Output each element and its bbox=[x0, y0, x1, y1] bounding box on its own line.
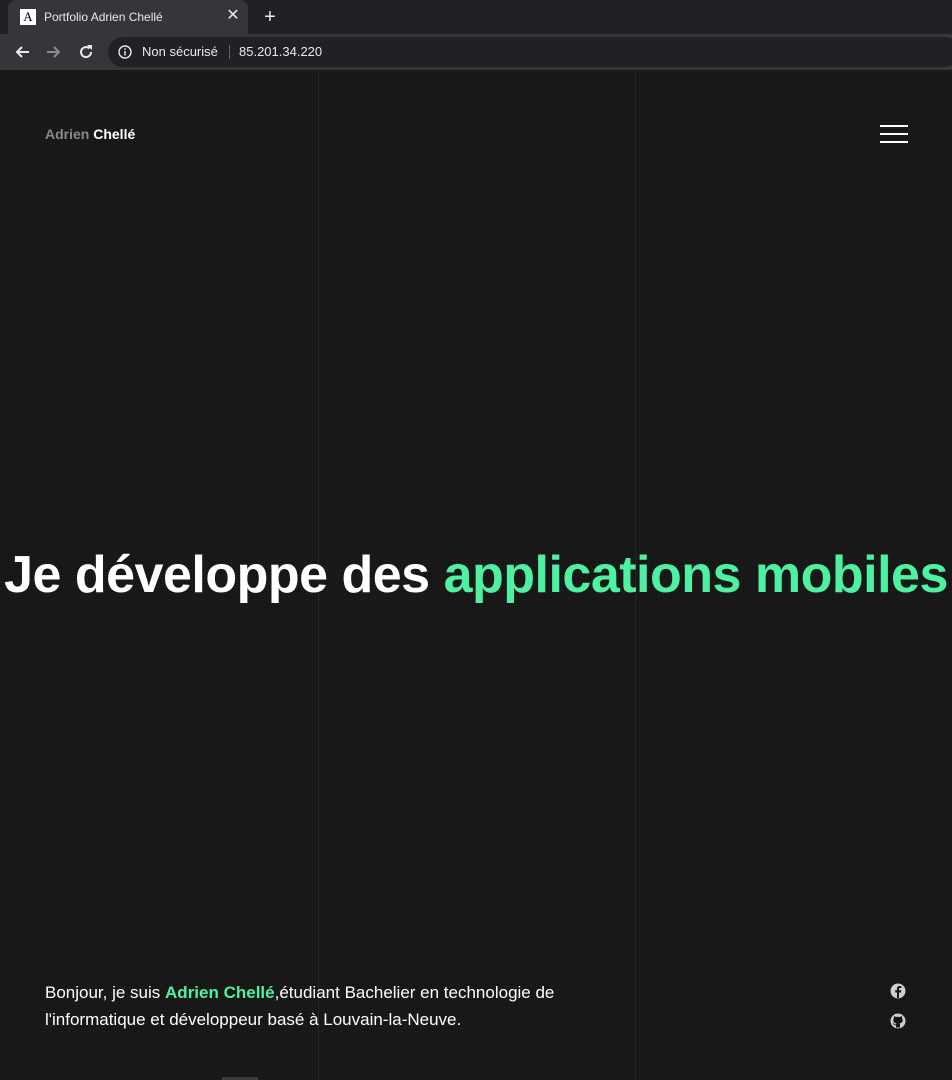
hero-lead-text: Je développe des bbox=[4, 546, 430, 604]
favicon: A bbox=[20, 9, 36, 25]
github-icon[interactable] bbox=[890, 1013, 906, 1029]
reload-icon bbox=[80, 45, 93, 59]
back-button[interactable] bbox=[8, 38, 36, 66]
tab-title: Portfolio Adrien Chellé bbox=[44, 10, 163, 24]
hamburger-menu-icon[interactable] bbox=[880, 125, 908, 145]
intro-prefix: Bonjour, je suis bbox=[45, 983, 161, 1002]
intro-paragraph: Bonjour, je suis Adrien Chellé,étudiant … bbox=[45, 979, 565, 1033]
site-logo[interactable]: Adrien Chellé bbox=[45, 126, 135, 142]
tab-strip: A Portfolio Adrien Chellé ✕ + bbox=[0, 0, 952, 34]
close-icon[interactable]: ✕ bbox=[224, 7, 242, 25]
logo-first-name: Adrien bbox=[45, 126, 90, 142]
address-bar[interactable]: Non sécurisé 85.201.34.220 bbox=[108, 37, 952, 67]
facebook-icon[interactable] bbox=[890, 983, 906, 999]
hero-heading: Je développe des applications mobiles bbox=[0, 543, 952, 607]
info-icon[interactable] bbox=[118, 45, 132, 59]
hero-accent-text: applications mobiles bbox=[443, 546, 949, 604]
omnibox-divider bbox=[229, 45, 230, 59]
logo-last-name: Chellé bbox=[93, 126, 136, 142]
url-text[interactable]: 85.201.34.220 bbox=[239, 44, 322, 60]
browser-toolbar: Non sécurisé 85.201.34.220 bbox=[0, 34, 952, 70]
arrow-right-icon bbox=[47, 46, 61, 58]
page-content: Adrien Chellé Je développe des applicati… bbox=[0, 70, 952, 1080]
security-label: Non sécurisé bbox=[142, 44, 218, 59]
plus-icon[interactable]: + bbox=[258, 5, 282, 29]
browser-tab[interactable]: A Portfolio Adrien Chellé ✕ bbox=[8, 0, 248, 34]
arrow-left-icon bbox=[15, 46, 29, 58]
forward-button[interactable] bbox=[40, 38, 68, 66]
reload-button[interactable] bbox=[72, 38, 100, 66]
intro-name: Adrien Chellé bbox=[165, 983, 275, 1002]
browser-chrome: A Portfolio Adrien Chellé ✕ + Non sécuri… bbox=[0, 0, 952, 70]
